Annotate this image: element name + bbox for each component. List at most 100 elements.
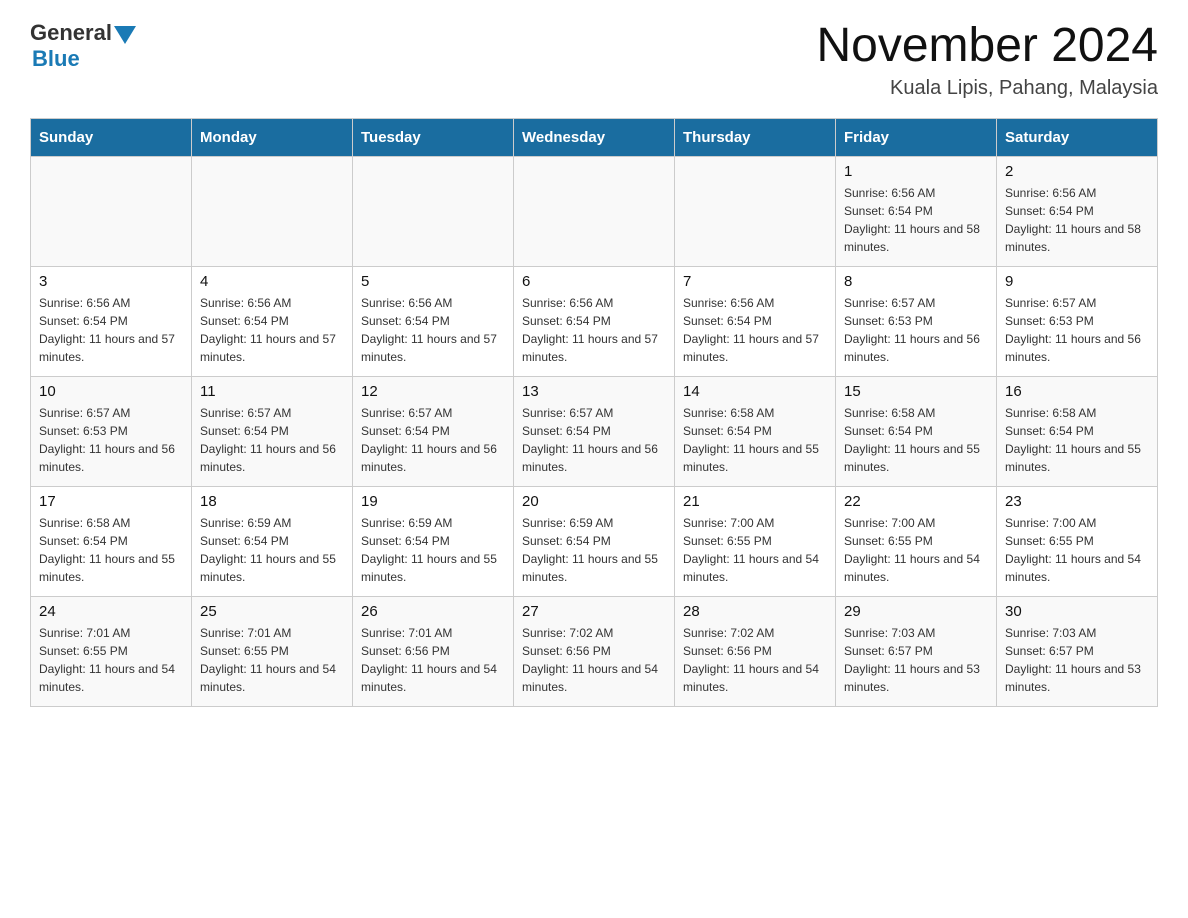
calendar-day: 2Sunrise: 6:56 AM Sunset: 6:54 PM Daylig… bbox=[997, 156, 1158, 266]
day-info: Sunrise: 6:56 AM Sunset: 6:54 PM Dayligh… bbox=[522, 294, 666, 366]
day-info: Sunrise: 7:00 AM Sunset: 6:55 PM Dayligh… bbox=[1005, 514, 1149, 586]
weekday-header-thursday: Thursday bbox=[675, 118, 836, 156]
day-info: Sunrise: 6:56 AM Sunset: 6:54 PM Dayligh… bbox=[1005, 184, 1149, 256]
calendar-day: 19 Sunrise: 6:59 AM Sunset: 6:54 PM Dayli… bbox=[353, 486, 514, 596]
day-number: 24 bbox=[39, 603, 183, 620]
weekday-header-sunday: Sunday bbox=[31, 118, 192, 156]
calendar-day: 18 Sunrise: 6:59 AM Sunset: 6:54 PM Dayli… bbox=[192, 486, 353, 596]
calendar-day: 14 Sunrise: 6:58 AM Sunset: 6:54 PM Dayli… bbox=[675, 376, 836, 486]
calendar-day: 8 Sunrise: 6:57 AM Sunset: 6:53 PM Daylig… bbox=[836, 266, 997, 376]
calendar-week-3: 10Sunrise: 6:57 AM Sunset: 6:53 PM Dayli… bbox=[31, 376, 1158, 486]
calendar-day: 20 Sunrise: 6:59 AM Sunset: 6:54 PM Dayli… bbox=[514, 486, 675, 596]
calendar-day: 1Sunrise: 6:56 AM Sunset: 6:54 PM Daylig… bbox=[836, 156, 997, 266]
day-info: Sunrise: 6:57 AM Sunset: 6:53 PM Dayligh… bbox=[844, 294, 988, 366]
day-number: 17 bbox=[39, 493, 183, 510]
calendar-day bbox=[31, 156, 192, 266]
day-number: 16 bbox=[1005, 383, 1149, 400]
weekday-header-tuesday: Tuesday bbox=[353, 118, 514, 156]
day-info: Sunrise: 6:59 AM Sunset: 6:54 PM Dayligh… bbox=[361, 514, 505, 586]
calendar-day bbox=[353, 156, 514, 266]
calendar-day: 30 Sunrise: 7:03 AM Sunset: 6:57 PM Dayli… bbox=[997, 596, 1158, 706]
day-number: 20 bbox=[522, 493, 666, 510]
day-info: Sunrise: 7:01 AM Sunset: 6:55 PM Dayligh… bbox=[200, 624, 344, 696]
day-info: Sunrise: 7:00 AM Sunset: 6:55 PM Dayligh… bbox=[844, 514, 988, 586]
calendar-day: 9 Sunrise: 6:57 AM Sunset: 6:53 PM Daylig… bbox=[997, 266, 1158, 376]
day-number: 9 bbox=[1005, 273, 1149, 290]
calendar-day: 23 Sunrise: 7:00 AM Sunset: 6:55 PM Dayli… bbox=[997, 486, 1158, 596]
day-number: 19 bbox=[361, 493, 505, 510]
calendar-day bbox=[192, 156, 353, 266]
day-info: Sunrise: 6:56 AM Sunset: 6:54 PM Dayligh… bbox=[844, 184, 988, 256]
day-number: 30 bbox=[1005, 603, 1149, 620]
month-title: November 2024 bbox=[816, 20, 1158, 73]
day-info: Sunrise: 6:57 AM Sunset: 6:54 PM Dayligh… bbox=[200, 404, 344, 476]
weekday-header-wednesday: Wednesday bbox=[514, 118, 675, 156]
calendar-week-4: 17 Sunrise: 6:58 AM Sunset: 6:54 PM Dayli… bbox=[31, 486, 1158, 596]
calendar-day: 6 Sunrise: 6:56 AM Sunset: 6:54 PM Daylig… bbox=[514, 266, 675, 376]
calendar-day: 7Sunrise: 6:56 AM Sunset: 6:54 PM Daylig… bbox=[675, 266, 836, 376]
day-info: Sunrise: 6:56 AM Sunset: 6:54 PM Dayligh… bbox=[361, 294, 505, 366]
page-header: General Blue November 2024 Kuala Lipis, … bbox=[30, 20, 1158, 100]
location-title: Kuala Lipis, Pahang, Malaysia bbox=[816, 77, 1158, 100]
calendar-day: 3Sunrise: 6:56 AM Sunset: 6:54 PM Daylig… bbox=[31, 266, 192, 376]
calendar-day: 29Sunrise: 7:03 AM Sunset: 6:57 PM Dayli… bbox=[836, 596, 997, 706]
day-number: 10 bbox=[39, 383, 183, 400]
calendar-day: 13 Sunrise: 6:57 AM Sunset: 6:54 PM Dayli… bbox=[514, 376, 675, 486]
calendar-day: 17 Sunrise: 6:58 AM Sunset: 6:54 PM Dayli… bbox=[31, 486, 192, 596]
day-number: 4 bbox=[200, 273, 344, 290]
day-info: Sunrise: 7:03 AM Sunset: 6:57 PM Dayligh… bbox=[844, 624, 988, 696]
day-info: Sunrise: 7:02 AM Sunset: 6:56 PM Dayligh… bbox=[522, 624, 666, 696]
weekday-header-friday: Friday bbox=[836, 118, 997, 156]
day-number: 14 bbox=[683, 383, 827, 400]
calendar-day: 16 Sunrise: 6:58 AM Sunset: 6:54 PM Dayli… bbox=[997, 376, 1158, 486]
calendar-table: SundayMondayTuesdayWednesdayThursdayFrid… bbox=[30, 118, 1158, 707]
day-info: Sunrise: 6:58 AM Sunset: 6:54 PM Dayligh… bbox=[1005, 404, 1149, 476]
day-number: 18 bbox=[200, 493, 344, 510]
day-info: Sunrise: 6:58 AM Sunset: 6:54 PM Dayligh… bbox=[844, 404, 988, 476]
day-number: 6 bbox=[522, 273, 666, 290]
weekday-header-saturday: Saturday bbox=[997, 118, 1158, 156]
day-number: 15 bbox=[844, 383, 988, 400]
day-number: 26 bbox=[361, 603, 505, 620]
calendar-week-5: 24 Sunrise: 7:01 AM Sunset: 6:55 PM Dayli… bbox=[31, 596, 1158, 706]
day-info: Sunrise: 7:01 AM Sunset: 6:56 PM Dayligh… bbox=[361, 624, 505, 696]
day-number: 11 bbox=[200, 383, 344, 400]
calendar-day: 25 Sunrise: 7:01 AM Sunset: 6:55 PM Dayli… bbox=[192, 596, 353, 706]
day-info: Sunrise: 6:56 AM Sunset: 6:54 PM Dayligh… bbox=[39, 294, 183, 366]
day-info: Sunrise: 6:59 AM Sunset: 6:54 PM Dayligh… bbox=[522, 514, 666, 586]
day-info: Sunrise: 7:00 AM Sunset: 6:55 PM Dayligh… bbox=[683, 514, 827, 586]
logo: General Blue bbox=[30, 20, 136, 72]
day-number: 8 bbox=[844, 273, 988, 290]
calendar-header: SundayMondayTuesdayWednesdayThursdayFrid… bbox=[31, 118, 1158, 156]
day-number: 28 bbox=[683, 603, 827, 620]
day-number: 25 bbox=[200, 603, 344, 620]
day-info: Sunrise: 7:03 AM Sunset: 6:57 PM Dayligh… bbox=[1005, 624, 1149, 696]
logo-blue-text: Blue bbox=[32, 46, 80, 72]
calendar-day: 4 Sunrise: 6:56 AM Sunset: 6:54 PM Daylig… bbox=[192, 266, 353, 376]
title-block: November 2024 Kuala Lipis, Pahang, Malay… bbox=[816, 20, 1158, 100]
calendar-week-1: 1Sunrise: 6:56 AM Sunset: 6:54 PM Daylig… bbox=[31, 156, 1158, 266]
day-number: 22 bbox=[844, 493, 988, 510]
calendar-day: 27Sunrise: 7:02 AM Sunset: 6:56 PM Dayli… bbox=[514, 596, 675, 706]
day-info: Sunrise: 6:56 AM Sunset: 6:54 PM Dayligh… bbox=[683, 294, 827, 366]
calendar-day: 11 Sunrise: 6:57 AM Sunset: 6:54 PM Dayli… bbox=[192, 376, 353, 486]
calendar-day: 21Sunrise: 7:00 AM Sunset: 6:55 PM Dayli… bbox=[675, 486, 836, 596]
day-number: 23 bbox=[1005, 493, 1149, 510]
day-info: Sunrise: 6:59 AM Sunset: 6:54 PM Dayligh… bbox=[200, 514, 344, 586]
logo-general-text: General bbox=[30, 20, 112, 46]
calendar-day: 22 Sunrise: 7:00 AM Sunset: 6:55 PM Dayli… bbox=[836, 486, 997, 596]
day-info: Sunrise: 6:56 AM Sunset: 6:54 PM Dayligh… bbox=[200, 294, 344, 366]
weekday-header-monday: Monday bbox=[192, 118, 353, 156]
day-info: Sunrise: 6:58 AM Sunset: 6:54 PM Dayligh… bbox=[39, 514, 183, 586]
calendar-body: 1Sunrise: 6:56 AM Sunset: 6:54 PM Daylig… bbox=[31, 156, 1158, 706]
calendar-day: 15 Sunrise: 6:58 AM Sunset: 6:54 PM Dayli… bbox=[836, 376, 997, 486]
day-info: Sunrise: 6:58 AM Sunset: 6:54 PM Dayligh… bbox=[683, 404, 827, 476]
calendar-day: 10Sunrise: 6:57 AM Sunset: 6:53 PM Dayli… bbox=[31, 376, 192, 486]
calendar-day: 26 Sunrise: 7:01 AM Sunset: 6:56 PM Dayli… bbox=[353, 596, 514, 706]
calendar-day: 5 Sunrise: 6:56 AM Sunset: 6:54 PM Daylig… bbox=[353, 266, 514, 376]
day-number: 13 bbox=[522, 383, 666, 400]
day-info: Sunrise: 6:57 AM Sunset: 6:54 PM Dayligh… bbox=[522, 404, 666, 476]
day-info: Sunrise: 6:57 AM Sunset: 6:53 PM Dayligh… bbox=[1005, 294, 1149, 366]
calendar-day: 12Sunrise: 6:57 AM Sunset: 6:54 PM Dayli… bbox=[353, 376, 514, 486]
day-number: 5 bbox=[361, 273, 505, 290]
